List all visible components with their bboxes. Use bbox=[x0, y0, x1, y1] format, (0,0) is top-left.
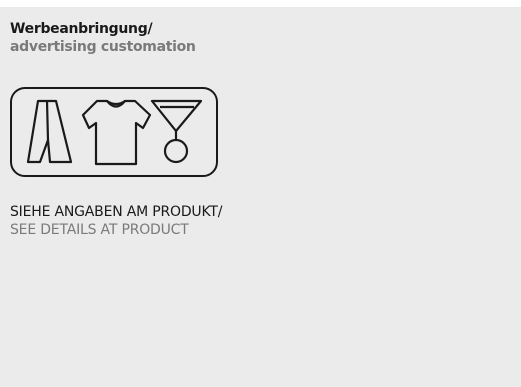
section-heading: Werbeanbringung/ advertising customation bbox=[10, 20, 196, 56]
customization-icons-box bbox=[10, 87, 218, 177]
heading-german: Werbeanbringung/ bbox=[10, 21, 153, 37]
details-german: SIEHE ANGABEN AM PRODUKT/ bbox=[10, 204, 223, 220]
lanyard-medal-icon bbox=[150, 99, 203, 164]
product-details-note: SIEHE ANGABEN AM PRODUKT/ SEE DETAILS AT… bbox=[10, 203, 222, 239]
tshirt-icon bbox=[81, 99, 152, 166]
heading-english: advertising customation bbox=[10, 39, 196, 55]
content-panel bbox=[0, 7, 521, 387]
details-english: SEE DETAILS AT PRODUCT bbox=[10, 222, 189, 238]
scarf-icon bbox=[26, 99, 73, 164]
